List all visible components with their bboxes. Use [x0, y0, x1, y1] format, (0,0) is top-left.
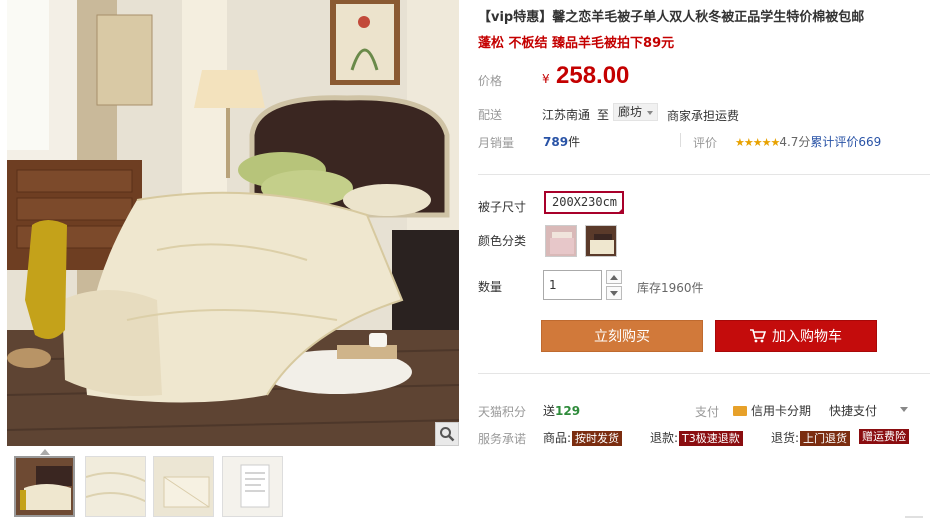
product-title: 【vip特惠】馨之恋羊毛被子单人双人秋冬被正品学生特价棉被包邮	[478, 6, 923, 25]
buy-now-button[interactable]: 立刻购买	[541, 320, 703, 352]
divider	[680, 133, 681, 147]
thumbnail-1[interactable]	[14, 456, 75, 517]
monthly-sales-unit: 件	[568, 135, 581, 149]
thumbnail-image	[86, 457, 145, 516]
destination-value: 廊坊	[618, 105, 643, 119]
thumbnail-4[interactable]	[222, 456, 283, 517]
service-insurance: 赠运费险	[858, 429, 909, 444]
installment-option[interactable]: 信用卡分期	[733, 402, 811, 419]
currency-symbol: ¥	[542, 72, 550, 86]
size-label: 被子尺寸	[478, 200, 527, 214]
quantity-label: 数量	[478, 280, 503, 294]
shipping-insurance-badge[interactable]: 赠运费险	[859, 429, 909, 444]
monthly-sales-count: 789	[543, 135, 569, 149]
quick-pay-option[interactable]: 快捷支付	[829, 402, 877, 419]
stock-text: 库存1960件	[637, 281, 704, 295]
goods-label: 商品:	[543, 431, 572, 445]
thumbnail-3[interactable]	[153, 456, 214, 517]
shipping-fee-text: 商家承担运费	[667, 109, 740, 123]
color-swatch-1[interactable]	[545, 225, 577, 257]
points-prefix: 送	[543, 404, 556, 418]
monthly-sales-label: 月销量	[478, 136, 515, 150]
title-text: 馨之恋羊毛被子单人双人秋冬被正品学生特价棉被包邮	[552, 10, 865, 25]
return-label: 退货:	[771, 431, 800, 445]
points-info: 送129	[543, 402, 580, 419]
home-pickup-return-badge[interactable]: 上门退货	[800, 431, 851, 446]
selected-check-icon	[617, 207, 624, 214]
service-label: 服务承诺	[478, 432, 527, 446]
section-divider	[478, 373, 930, 374]
monthly-sales: 789件	[543, 133, 580, 150]
thumbnail-image	[154, 457, 213, 516]
divider	[905, 510, 923, 518]
fast-refund-badge[interactable]: T3极速退款	[679, 431, 743, 446]
refund-label: 退款:	[650, 431, 679, 445]
shipping-from: 江苏南通	[542, 108, 591, 122]
rating-summary[interactable]: ★★★★★4.7分累计评价669	[735, 133, 881, 150]
size-option-text: 200X230cm	[552, 195, 618, 209]
thumbnail-pointer	[40, 449, 50, 455]
quantity-increase-button[interactable]	[606, 270, 622, 284]
title-tag: 【vip特惠】	[478, 10, 553, 25]
size-option-selected[interactable]: 200X230cm	[544, 191, 624, 214]
chevron-down-icon	[647, 110, 654, 115]
shipping-label: 配送	[478, 108, 503, 122]
magnifier-icon	[440, 427, 455, 442]
chevron-up-icon	[610, 274, 618, 280]
destination-select[interactable]: 廊坊	[613, 103, 659, 121]
credit-card-icon	[733, 405, 747, 416]
zoom-button[interactable]	[435, 422, 459, 446]
service-return: 退货: 上门退货	[771, 429, 851, 446]
price-value: 258.00	[556, 62, 630, 89]
service-refund: 退款: T3极速退款	[650, 429, 743, 446]
chevron-down-icon[interactable]	[900, 407, 908, 412]
swatch-image	[586, 226, 616, 256]
swatch-image	[546, 226, 576, 256]
payment-label: 支付	[695, 405, 720, 419]
section-divider	[478, 174, 930, 175]
quantity-input[interactable]: 1	[543, 270, 602, 300]
review-label: 评价	[693, 136, 718, 150]
rating-score: 4.7分	[779, 135, 811, 149]
service-goods: 商品: 按时发货	[543, 429, 623, 446]
color-label: 颜色分类	[478, 234, 527, 248]
rating-stars-icon: ★★★★★	[735, 136, 780, 149]
add-to-cart-label: 加入购物车	[772, 329, 842, 345]
installment-text: 信用卡分期	[751, 404, 812, 418]
add-to-cart-button[interactable]: 加入购物车	[715, 320, 877, 352]
ontime-delivery-badge[interactable]: 按时发货	[572, 431, 623, 446]
shipping-to-word: 至	[597, 108, 610, 122]
thumbnail-image	[16, 458, 73, 515]
buy-now-label: 立刻购买	[594, 329, 650, 345]
thumbnail-2[interactable]	[85, 456, 146, 517]
chevron-down-icon	[610, 290, 618, 296]
color-swatch-2[interactable]	[585, 225, 617, 257]
product-main-image[interactable]	[7, 0, 459, 446]
quantity-decrease-button[interactable]	[606, 286, 622, 300]
points-label: 天猫积分	[478, 405, 527, 419]
price-label: 价格	[478, 74, 503, 88]
product-subtitle: 蓬松 不板结 臻品羊毛被拍下89元	[478, 36, 675, 51]
points-value: 129	[555, 404, 581, 418]
review-count-link[interactable]: 累计评价669	[810, 135, 881, 149]
bedroom-photo	[7, 0, 459, 446]
shopping-cart-icon	[750, 329, 766, 343]
thumbnail-image	[223, 457, 282, 516]
